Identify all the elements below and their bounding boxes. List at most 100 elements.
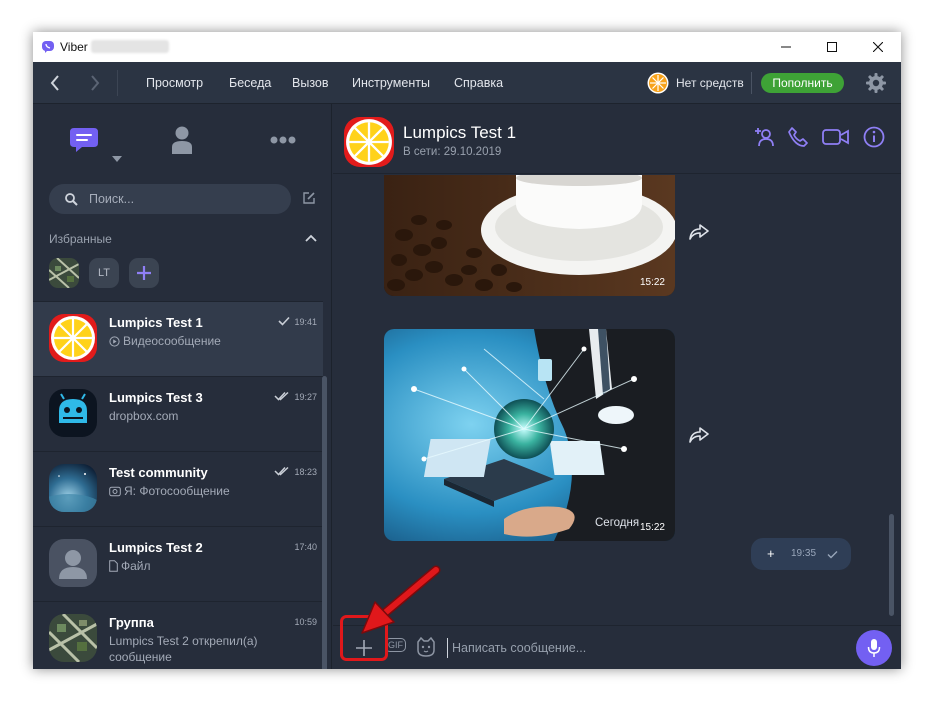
image-message-coffee[interactable]: 15:22 — [384, 175, 675, 296]
topup-button[interactable]: Пополнить — [761, 73, 844, 93]
balance-status: Нет средств — [676, 76, 744, 90]
menu-conversation[interactable]: Беседа — [229, 62, 271, 104]
chat-name: Test community — [109, 465, 208, 480]
avatar — [49, 389, 97, 437]
voice-message-button[interactable] — [856, 630, 892, 666]
chat-item-lumpics-test-3[interactable]: Lumpics Test 3 dropbox.com 19:27 — [33, 376, 323, 451]
gear-icon[interactable] — [865, 72, 887, 94]
sidebar-tabs — [33, 104, 331, 174]
avatar — [49, 464, 97, 512]
text-cursor — [447, 638, 448, 658]
add-participant-icon[interactable] — [754, 126, 776, 148]
search-icon — [65, 193, 78, 206]
chats-tab-icon[interactable] — [68, 124, 100, 156]
plus-icon — [137, 266, 151, 280]
day-separator: Сегодня — [595, 517, 640, 529]
chat-item-lumpics-test-1[interactable]: Lumpics Test 1 Видеосообщение 19:41 — [33, 301, 323, 376]
default-user-avatar-icon — [59, 550, 87, 579]
info-icon[interactable] — [863, 126, 885, 148]
gif-button[interactable]: GIF — [385, 638, 406, 652]
contact-name[interactable]: Lumpics Test 1 — [403, 123, 516, 143]
menu-help[interactable]: Справка — [454, 62, 503, 104]
toolbar-divider — [751, 72, 752, 94]
double-check-icon — [274, 391, 289, 401]
sticker-icon[interactable] — [415, 636, 437, 658]
avatar — [49, 314, 97, 362]
toolbar: Просмотр Беседа Вызов Инструменты Справк… — [33, 62, 901, 104]
menu-tools[interactable]: Инструменты — [352, 62, 430, 104]
back-button[interactable] — [35, 62, 75, 104]
favorites-title: Избранные — [49, 232, 112, 246]
blurred-account-name — [91, 40, 169, 53]
chat-preview: dropbox.com — [109, 409, 179, 423]
coffee-photo — [384, 175, 675, 296]
city-avatar-icon — [49, 614, 97, 662]
close-button[interactable] — [855, 32, 901, 62]
microphone-icon — [867, 639, 881, 657]
conversation-header: Lumpics Test 1 В сети: 29.10.2019 — [333, 104, 901, 174]
search-input[interactable]: Поиск... — [49, 184, 291, 214]
chat-name: Группа — [109, 615, 154, 630]
file-icon — [109, 560, 118, 572]
viber-out-balance-icon[interactable] — [647, 72, 669, 94]
favorite-contact-lt[interactable]: LT — [89, 258, 119, 288]
lemon-avatar-icon — [49, 314, 97, 362]
conversation-panel: Lumpics Test 1 В сети: 29.10.2019 15:22 — [333, 104, 901, 669]
image-message-technology[interactable]: 15:22 — [384, 329, 675, 541]
attach-plus-button[interactable] — [352, 636, 376, 660]
search-placeholder: Поиск... — [89, 192, 135, 206]
video-message-icon — [109, 336, 120, 347]
chat-preview: Я: Фотосообщение — [109, 483, 309, 499]
favorite-contact-photo[interactable] — [49, 258, 79, 288]
photo-message-icon — [109, 486, 121, 497]
sidebar: Поиск... Избранные LT Lumpics Test 1 Вид… — [33, 104, 332, 669]
title-bar: Viber — [33, 32, 901, 62]
forward-icon[interactable] — [689, 427, 709, 443]
technology-photo — [384, 329, 675, 541]
avatar — [49, 539, 97, 587]
check-icon — [278, 316, 290, 326]
chat-name: Lumpics Test 3 — [109, 390, 203, 405]
add-favorite-button[interactable] — [129, 258, 159, 288]
more-icon[interactable] — [270, 136, 296, 144]
menu-call[interactable]: Вызов — [292, 62, 329, 104]
minimize-icon — [781, 46, 791, 48]
outgoing-message[interactable]: + 19:35 — [751, 538, 851, 570]
chat-preview: Lumpics Test 2 открепил(а) сообщение — [109, 634, 258, 664]
sidebar-scrollbar[interactable] — [322, 376, 327, 669]
chat-preview: Видеосообщение — [109, 333, 309, 349]
viber-window: Viber Просмотр Беседа Вызов Инструменты … — [33, 32, 901, 669]
video-call-icon[interactable] — [822, 128, 850, 146]
chevron-down-icon[interactable] — [112, 156, 122, 162]
close-icon — [873, 42, 883, 52]
android-avatar-icon — [49, 389, 97, 437]
message-time: 15:22 — [639, 277, 665, 288]
phone-call-icon[interactable] — [788, 126, 808, 148]
maximize-button[interactable] — [809, 32, 855, 62]
forward-icon[interactable] — [689, 224, 709, 240]
chat-name: Lumpics Test 1 — [109, 315, 203, 330]
compose-icon[interactable] — [302, 191, 316, 205]
contact-avatar[interactable] — [344, 117, 394, 167]
chevron-up-icon[interactable] — [305, 234, 317, 242]
message-composer: GIF Написать сообщение... — [333, 625, 901, 669]
chat-item-group[interactable]: Группа Lumpics Test 2 открепил(а) сообще… — [33, 601, 323, 669]
message-text: + — [767, 546, 775, 561]
window-title: Viber — [60, 40, 88, 54]
chat-item-test-community[interactable]: Test community Я: Фотосообщение 18:23 — [33, 451, 323, 526]
minimize-button[interactable] — [763, 32, 809, 62]
chat-item-lumpics-test-2[interactable]: Lumpics Test 2 Файл 17:40 — [33, 526, 323, 601]
contacts-tab-icon[interactable] — [171, 125, 193, 155]
chevron-right-icon — [91, 75, 100, 91]
forward-button[interactable] — [75, 62, 115, 104]
menu-view[interactable]: Просмотр — [146, 62, 203, 104]
toolbar-divider — [117, 70, 118, 96]
conversation-scrollbar[interactable] — [889, 514, 894, 616]
message-input[interactable]: Написать сообщение... — [452, 626, 586, 669]
chat-time: 17:40 — [294, 542, 317, 552]
check-icon — [827, 551, 838, 559]
maximize-icon — [827, 42, 837, 52]
lemon-avatar-icon — [344, 117, 394, 167]
chat-preview: Файл — [109, 558, 309, 574]
viber-logo-icon — [42, 41, 54, 53]
